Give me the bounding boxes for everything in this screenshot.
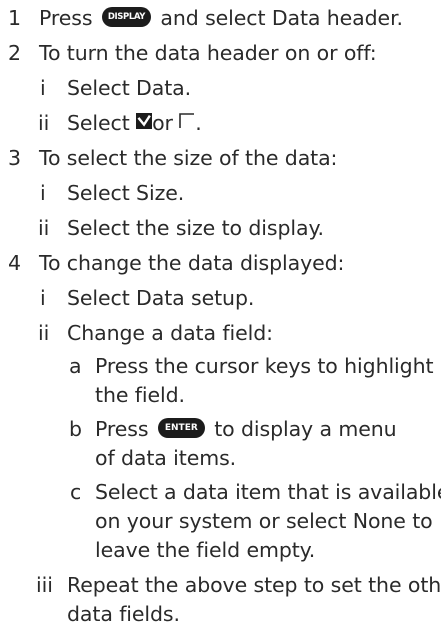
- substep-number: i: [40, 76, 46, 100]
- substep-number: ii: [38, 111, 50, 135]
- substep-text: Select Data.: [67, 76, 192, 100]
- item-text: the field.: [95, 383, 185, 407]
- enter-key-icon: ENTER: [157, 418, 205, 438]
- item-letter: c: [70, 480, 82, 504]
- item-text: leave the field empty.: [95, 538, 316, 562]
- item-text-before: Press: [95, 417, 149, 441]
- substep-number: ii: [38, 321, 50, 345]
- item-letter: b: [69, 417, 82, 441]
- substep-number: ii: [38, 216, 50, 240]
- checkbox-checked-icon: [136, 107, 153, 137]
- checkbox-unchecked-icon: [179, 107, 195, 137]
- step-text: To select the size of the data:: [39, 146, 338, 170]
- substep-text: Select Data setup.: [67, 286, 255, 310]
- item-text: Press the cursor keys to highlight: [95, 354, 434, 378]
- substep-text: Repeat the above step to set the other: [67, 573, 441, 597]
- step-text: To turn the data header on or off:: [39, 41, 377, 65]
- instruction-list: 1 Press DISPLAY and select Data header. …: [0, 0, 441, 629]
- item-text: on your system or select None to: [95, 509, 433, 533]
- step-text: To change the data displayed:: [39, 251, 345, 275]
- substep-text: Select Size.: [67, 181, 185, 205]
- step-text: Press DISPLAY and select Data header.: [39, 3, 403, 33]
- substep-text: Select or .: [67, 108, 202, 139]
- item-text: Select a data item that is available: [95, 480, 441, 504]
- substep-text: Select the size to display.: [67, 216, 324, 240]
- step-text-before: Press: [39, 6, 93, 30]
- item-letter: a: [69, 354, 82, 378]
- substep-number: iii: [36, 573, 53, 597]
- substep-text-after: .: [195, 111, 202, 135]
- step-number: 3: [8, 146, 21, 170]
- substep-number: i: [40, 286, 46, 310]
- item-text: of data items.: [95, 446, 237, 470]
- display-key-icon: DISPLAY: [101, 7, 151, 27]
- substep-text-middle: or: [152, 111, 173, 135]
- substep-number: i: [40, 181, 46, 205]
- substep-text: data fields.: [67, 602, 180, 626]
- item-text-after: to display a menu: [214, 417, 397, 441]
- substep-text-before: Select: [67, 111, 130, 135]
- item-text: Press ENTER to display a menu: [95, 414, 397, 444]
- step-number: 2: [8, 41, 21, 65]
- step-text-after: and select Data header.: [160, 6, 403, 30]
- step-number: 1: [8, 6, 21, 30]
- substep-text: Change a data field:: [67, 321, 273, 345]
- step-number: 4: [8, 251, 21, 275]
